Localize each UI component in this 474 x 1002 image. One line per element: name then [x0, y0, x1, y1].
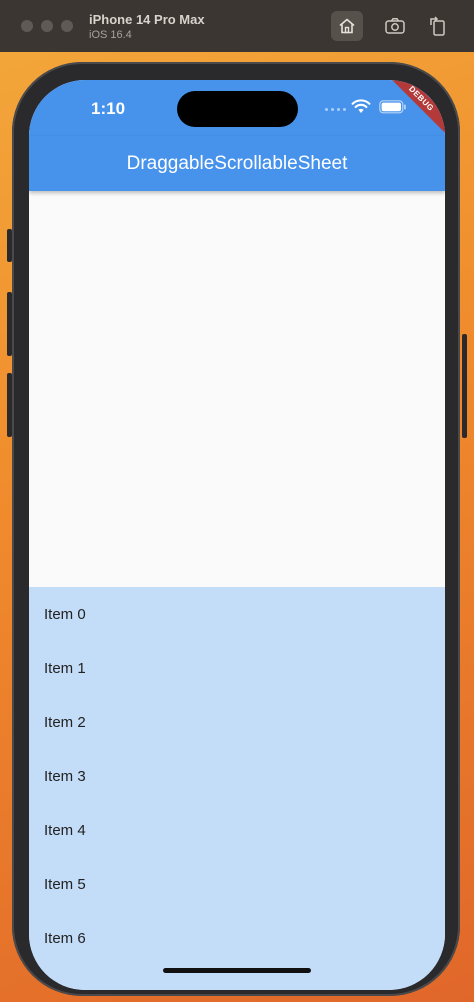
app-bar-title: DraggableScrollableSheet: [126, 152, 348, 174]
battery-icon: [379, 100, 406, 114]
power-button: [462, 334, 467, 438]
home-icon: [339, 18, 355, 34]
simulator-os-version: iOS 16.4: [89, 29, 132, 41]
home-button[interactable]: [331, 11, 363, 41]
draggable-scrollable-sheet[interactable]: Item 0 Item 1 Item 2 Item 3 Item 4 Item …: [29, 587, 445, 990]
window-close-button[interactable]: [21, 20, 33, 32]
list-item-label: Item 3: [44, 767, 86, 785]
simulator-device-name: iPhone 14 Pro Max: [89, 12, 205, 27]
window-minimize-button[interactable]: [41, 20, 53, 32]
list-item[interactable]: Item 6: [44, 911, 424, 965]
list-item[interactable]: Item 4: [44, 803, 424, 857]
list-item-label: Item 4: [44, 821, 86, 839]
list-item-label: Item 2: [44, 713, 86, 731]
wifi-icon: [351, 99, 371, 113]
rotate-icon: [430, 16, 445, 36]
list-item-label: Item 0: [44, 605, 86, 623]
list-item[interactable]: Item 0: [44, 587, 424, 641]
rotate-button[interactable]: [422, 11, 454, 41]
list-item[interactable]: Item 2: [44, 695, 424, 749]
list-item[interactable]: Item 3: [44, 749, 424, 803]
list-item[interactable]: Item 5: [44, 857, 424, 911]
home-indicator[interactable]: [163, 968, 311, 973]
dynamic-island: [177, 91, 298, 127]
list-item-label: Item 1: [44, 659, 86, 677]
list-item-label: Item 5: [44, 875, 86, 893]
screenshot-button[interactable]: [379, 11, 411, 41]
cellular-signal-icon: [325, 108, 346, 111]
scaffold-body: [29, 191, 445, 587]
device-screen: 1:10 DEBUG DraggableScrollableSheet Item…: [29, 80, 445, 990]
simulator-title-bar: iPhone 14 Pro Max iOS 16.4: [0, 0, 474, 52]
window-zoom-button[interactable]: [61, 20, 73, 32]
list-item[interactable]: Item 1: [44, 641, 424, 695]
status-time: 1:10: [91, 99, 126, 118]
app-bar: DraggableScrollableSheet: [29, 136, 445, 191]
status-bar: 1:10 DEBUG: [29, 80, 445, 140]
camera-icon: [385, 18, 405, 34]
list-item-label: Item 6: [44, 929, 86, 947]
